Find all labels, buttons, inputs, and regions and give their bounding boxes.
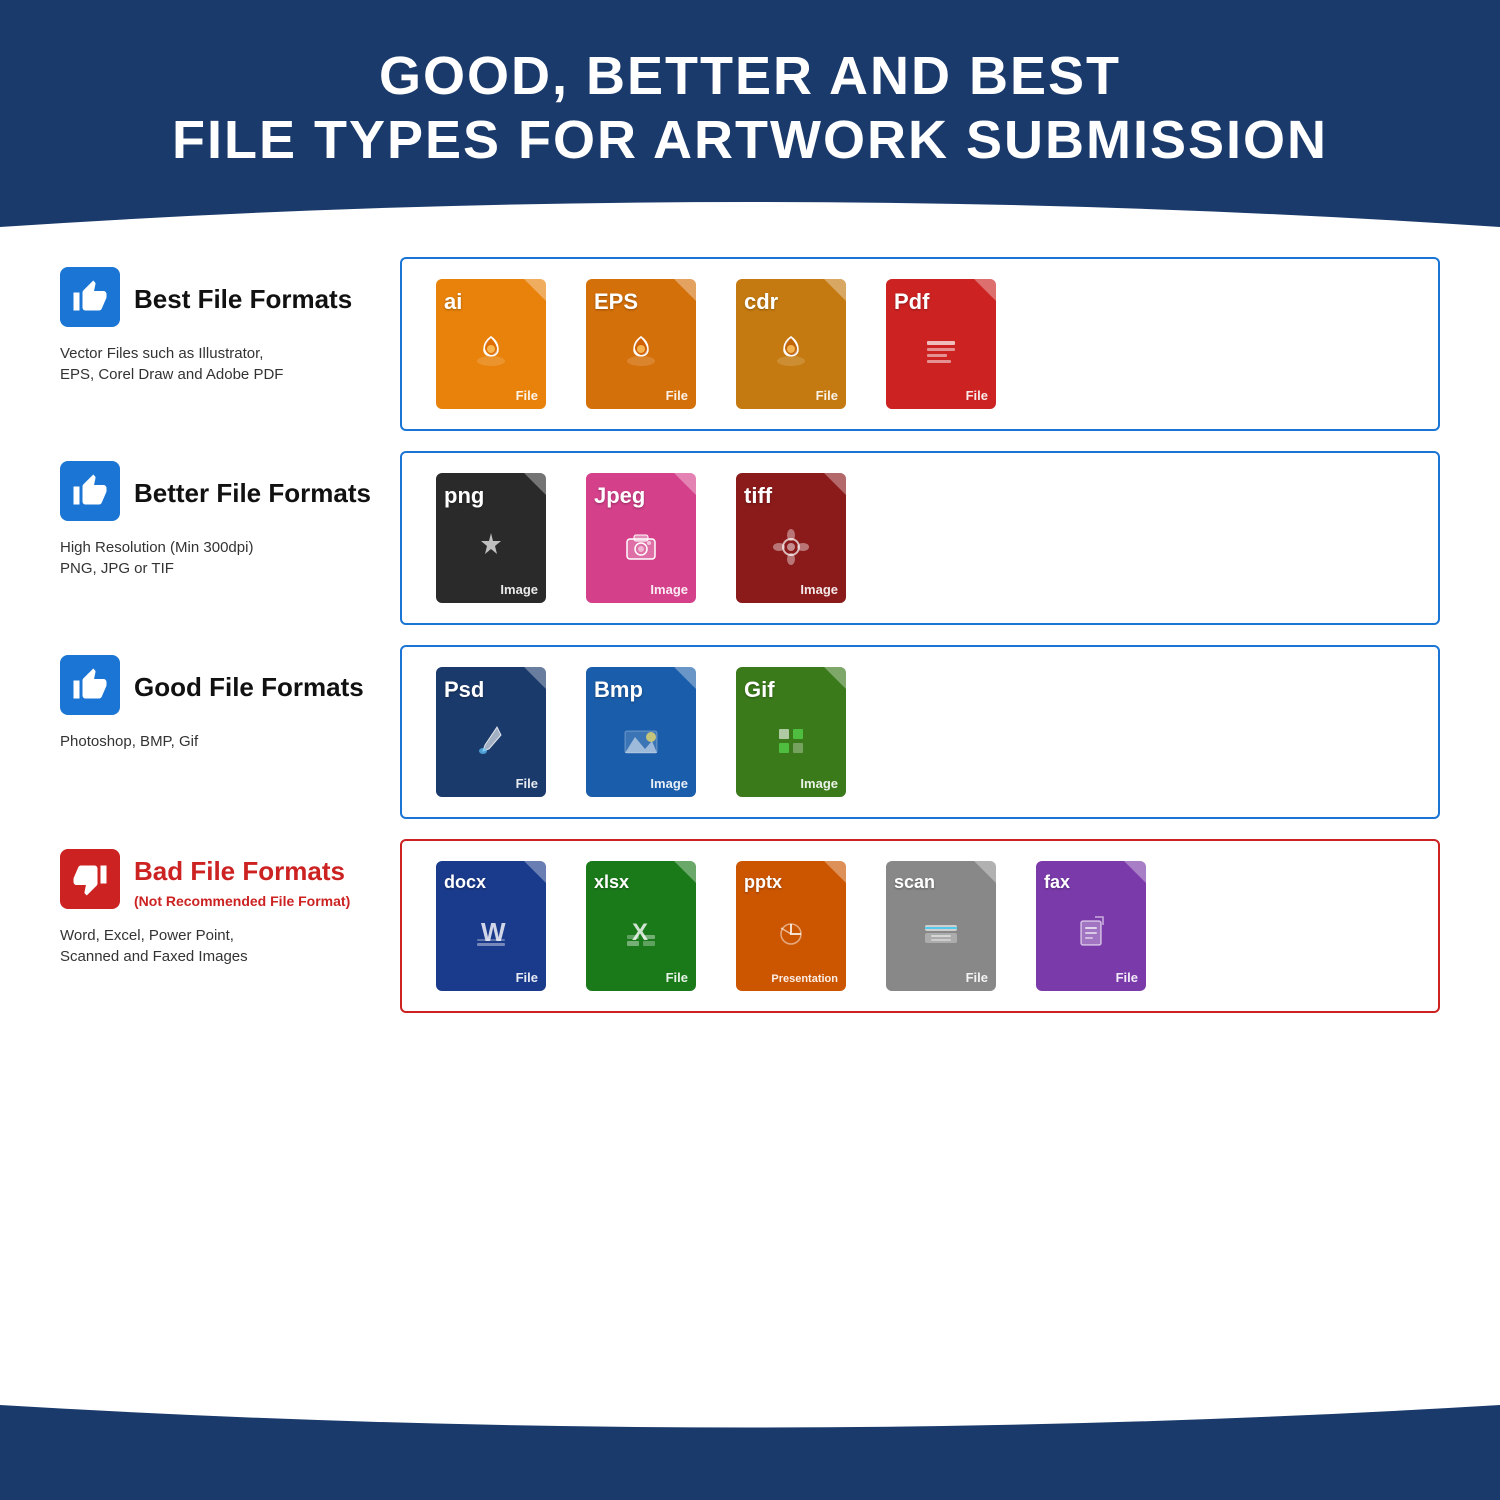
- file-bmp: Bmp Image: [576, 667, 706, 797]
- file-xlsx: xlsx X File: [576, 861, 706, 991]
- bad-thumbs-icon: [60, 849, 120, 909]
- file-shape-fax: fax File: [1036, 861, 1146, 991]
- file-pdf: Pdf File: [876, 279, 1006, 409]
- footer-section: [0, 1460, 1500, 1500]
- file-shape-scan: scan File: [886, 861, 996, 991]
- file-cdr: cdr File: [726, 279, 856, 409]
- best-title: Best File Formats: [134, 284, 352, 315]
- file-shape-ai: ai File: [436, 279, 546, 409]
- bad-title: Bad File Formats: [134, 856, 350, 887]
- good-section: Good File Formats Photoshop, BMP, Gif Ps…: [60, 645, 1440, 819]
- best-section: Best File Formats Vector Files such as I…: [60, 257, 1440, 431]
- file-scan: scan File: [876, 861, 1006, 991]
- file-shape-eps: EPS File: [586, 279, 696, 409]
- good-files-panel: Psd File Bmp: [400, 645, 1440, 819]
- file-shape-jpeg: Jpeg Image: [586, 473, 696, 603]
- file-tiff: tiff Image: [726, 473, 856, 603]
- file-shape-gif: Gif Image: [736, 667, 846, 797]
- bottom-swoosh: [0, 1405, 1500, 1460]
- file-shape-bmp: Bmp Image: [586, 667, 696, 797]
- file-png: png Image: [426, 473, 556, 603]
- file-fax: fax File: [1026, 861, 1156, 991]
- file-shape-docx: docx W File: [436, 861, 546, 991]
- file-pptx: pptx Presentation: [726, 861, 856, 991]
- bad-section: Bad File Formats (Not Recommended File F…: [60, 839, 1440, 1013]
- better-thumbs-icon: [60, 461, 120, 521]
- file-shape-pdf: Pdf File: [886, 279, 996, 409]
- white-content: Best File Formats Vector Files such as I…: [0, 227, 1500, 1405]
- file-shape-pptx: pptx Presentation: [736, 861, 846, 991]
- good-title: Good File Formats: [134, 672, 364, 703]
- file-eps: EPS File: [576, 279, 706, 409]
- best-thumbs-icon: [60, 267, 120, 327]
- svg-text:W: W: [481, 917, 506, 947]
- better-section: Better File Formats High Resolution (Min…: [60, 451, 1440, 625]
- header-section: GOOD, BETTER AND BEST FILE TYPES FOR ART…: [0, 0, 1500, 172]
- good-left-panel: Good File Formats Photoshop, BMP, Gif: [60, 645, 400, 819]
- bad-left-panel: Bad File Formats (Not Recommended File F…: [60, 839, 400, 1013]
- bad-desc: Word, Excel, Power Point,Scanned and Fax…: [60, 925, 380, 967]
- full-layout: GOOD, BETTER AND BEST FILE TYPES FOR ART…: [0, 0, 1500, 1500]
- better-title: Better File Formats: [134, 478, 371, 509]
- page-title: GOOD, BETTER AND BEST FILE TYPES FOR ART…: [60, 45, 1440, 172]
- file-psd: Psd File: [426, 667, 556, 797]
- good-desc: Photoshop, BMP, Gif: [60, 731, 380, 752]
- file-gif: Gif Image: [726, 667, 856, 797]
- better-left-panel: Better File Formats High Resolution (Min…: [60, 451, 400, 625]
- file-ai: ai File: [426, 279, 556, 409]
- best-left-panel: Best File Formats Vector Files such as I…: [60, 257, 400, 431]
- file-shape-cdr: cdr File: [736, 279, 846, 409]
- top-swoosh: [0, 172, 1500, 227]
- better-files-panel: png Image Jpeg: [400, 451, 1440, 625]
- file-shape-tiff: tiff Image: [736, 473, 846, 603]
- file-shape-psd: Psd File: [436, 667, 546, 797]
- best-desc: Vector Files such as Illustrator,EPS, Co…: [60, 343, 380, 385]
- bad-files-panel: docx W File xlsx X: [400, 839, 1440, 1013]
- file-shape-xlsx: xlsx X File: [586, 861, 696, 991]
- bad-subtitle: (Not Recommended File Format): [134, 893, 350, 909]
- file-shape-png: png Image: [436, 473, 546, 603]
- good-thumbs-icon: [60, 655, 120, 715]
- file-docx: docx W File: [426, 861, 556, 991]
- best-files-panel: ai File EPS: [400, 257, 1440, 431]
- file-jpeg: Jpeg Image: [576, 473, 706, 603]
- better-desc: High Resolution (Min 300dpi)PNG, JPG or …: [60, 537, 380, 579]
